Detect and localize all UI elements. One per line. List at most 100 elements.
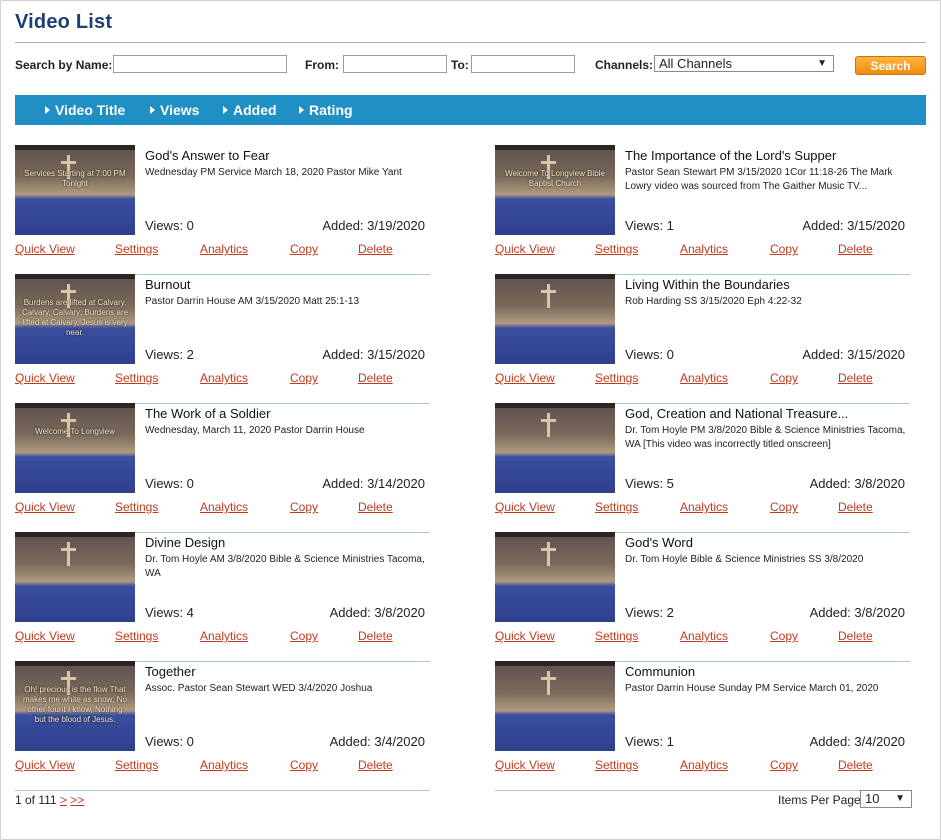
copy-link[interactable]: Copy bbox=[770, 758, 798, 772]
video-added-date: Added: 3/14/2020 bbox=[322, 476, 425, 491]
analytics-link[interactable]: Analytics bbox=[680, 500, 728, 514]
delete-link[interactable]: Delete bbox=[358, 758, 393, 772]
copy-link[interactable]: Copy bbox=[770, 500, 798, 514]
settings-link[interactable]: Settings bbox=[595, 629, 638, 643]
video-thumbnail[interactable]: Oh! precious is the flow That makes me w… bbox=[15, 661, 135, 751]
copy-link[interactable]: Copy bbox=[770, 371, 798, 385]
video-title[interactable]: Divine Design bbox=[145, 535, 225, 550]
thumbnail-image bbox=[495, 403, 615, 493]
analytics-link[interactable]: Analytics bbox=[200, 371, 248, 385]
analytics-link[interactable]: Analytics bbox=[680, 629, 728, 643]
video-views: Views: 2 bbox=[625, 605, 674, 620]
video-thumbnail[interactable] bbox=[495, 403, 615, 493]
video-thumbnail[interactable] bbox=[495, 274, 615, 364]
thumbnail-caption: Burdens are lifted at Calvary, Calvary, … bbox=[21, 298, 129, 337]
copy-link[interactable]: Copy bbox=[290, 242, 318, 256]
video-thumbnail[interactable] bbox=[495, 661, 615, 751]
cross-bar-icon bbox=[61, 419, 76, 422]
copy-link[interactable]: Copy bbox=[290, 629, 318, 643]
copy-link[interactable]: Copy bbox=[290, 758, 318, 772]
video-title[interactable]: God's Answer to Fear bbox=[145, 148, 270, 163]
settings-link[interactable]: Settings bbox=[115, 242, 158, 256]
copy-link[interactable]: Copy bbox=[290, 371, 318, 385]
settings-link[interactable]: Settings bbox=[595, 242, 638, 256]
copy-link[interactable]: Copy bbox=[770, 242, 798, 256]
to-label: To: bbox=[451, 58, 469, 72]
settings-link[interactable]: Settings bbox=[595, 758, 638, 772]
thumbnail-caption: Services Starting at 7:00 PM Tonight bbox=[24, 169, 126, 188]
delete-link[interactable]: Delete bbox=[358, 629, 393, 643]
settings-link[interactable]: Settings bbox=[115, 758, 158, 772]
sort-video-title[interactable]: Video Title bbox=[45, 95, 125, 125]
video-title[interactable]: The Work of a Soldier bbox=[145, 406, 270, 421]
analytics-link[interactable]: Analytics bbox=[200, 242, 248, 256]
settings-link[interactable]: Settings bbox=[115, 500, 158, 514]
quick-view-link[interactable]: Quick View bbox=[15, 500, 75, 514]
from-date-input[interactable] bbox=[343, 55, 447, 73]
delete-link[interactable]: Delete bbox=[838, 242, 873, 256]
search-button[interactable]: Search bbox=[855, 56, 926, 75]
delete-link[interactable]: Delete bbox=[838, 371, 873, 385]
video-added-date: Added: 3/4/2020 bbox=[329, 734, 425, 749]
quick-view-link[interactable]: Quick View bbox=[15, 629, 75, 643]
delete-link[interactable]: Delete bbox=[838, 500, 873, 514]
video-title[interactable]: God's Word bbox=[625, 535, 693, 550]
quick-view-link[interactable]: Quick View bbox=[15, 242, 75, 256]
quick-view-link[interactable]: Quick View bbox=[495, 500, 555, 514]
sort-views-label: Views bbox=[160, 102, 200, 118]
settings-link[interactable]: Settings bbox=[115, 629, 158, 643]
analytics-link[interactable]: Analytics bbox=[200, 758, 248, 772]
analytics-link[interactable]: Analytics bbox=[680, 242, 728, 256]
thumbnail-banner bbox=[495, 274, 615, 279]
last-page-link[interactable]: >> bbox=[70, 793, 84, 807]
cross-icon bbox=[547, 413, 550, 437]
video-title[interactable]: The Importance of the Lord's Supper bbox=[625, 148, 836, 163]
quick-view-link[interactable]: Quick View bbox=[495, 242, 555, 256]
quick-view-link[interactable]: Quick View bbox=[15, 371, 75, 385]
settings-link[interactable]: Settings bbox=[595, 371, 638, 385]
video-title[interactable]: Communion bbox=[625, 664, 695, 679]
video-title[interactable]: Living Within the Boundaries bbox=[625, 277, 790, 292]
quick-view-link[interactable]: Quick View bbox=[15, 758, 75, 772]
video-title[interactable]: Together bbox=[145, 664, 196, 679]
video-thumbnail[interactable]: Welcome To Longview Bible Baptist Church bbox=[495, 145, 615, 235]
video-title[interactable]: Burnout bbox=[145, 277, 191, 292]
video-views: Views: 5 bbox=[625, 476, 674, 491]
search-name-input[interactable] bbox=[113, 55, 287, 73]
analytics-link[interactable]: Analytics bbox=[680, 758, 728, 772]
video-thumbnail[interactable]: Burdens are lifted at Calvary, Calvary, … bbox=[15, 274, 135, 364]
video-card: Communion Pastor Darrin House Sunday PM … bbox=[495, 661, 910, 791]
delete-link[interactable]: Delete bbox=[358, 500, 393, 514]
video-thumbnail[interactable] bbox=[15, 532, 135, 622]
delete-link[interactable]: Delete bbox=[358, 242, 393, 256]
sort-views[interactable]: Views bbox=[150, 95, 199, 125]
analytics-link[interactable]: Analytics bbox=[200, 500, 248, 514]
video-thumbnail[interactable]: Welcome To Longview bbox=[15, 403, 135, 493]
quick-view-link[interactable]: Quick View bbox=[495, 629, 555, 643]
video-thumbnail[interactable]: Services Starting at 7:00 PM Tonight bbox=[15, 145, 135, 235]
copy-link[interactable]: Copy bbox=[770, 629, 798, 643]
video-title[interactable]: God, Creation and National Treasure... bbox=[625, 406, 848, 421]
video-thumbnail[interactable] bbox=[495, 532, 615, 622]
items-per-page-value: 10 bbox=[865, 791, 880, 806]
quick-view-link[interactable]: Quick View bbox=[495, 758, 555, 772]
items-per-page-select[interactable]: 10 ▼ bbox=[860, 790, 912, 808]
analytics-link[interactable]: Analytics bbox=[680, 371, 728, 385]
channels-select[interactable]: All Channels ▼ bbox=[654, 55, 834, 72]
delete-link[interactable]: Delete bbox=[358, 371, 393, 385]
delete-link[interactable]: Delete bbox=[838, 629, 873, 643]
settings-link[interactable]: Settings bbox=[595, 500, 638, 514]
next-page-link[interactable]: > bbox=[60, 793, 67, 807]
quick-view-link[interactable]: Quick View bbox=[495, 371, 555, 385]
sort-added[interactable]: Added bbox=[223, 95, 277, 125]
settings-link[interactable]: Settings bbox=[115, 371, 158, 385]
video-card: Divine Design Dr. Tom Hoyle AM 3/8/2020 … bbox=[15, 532, 430, 662]
thumbnail-banner bbox=[495, 145, 615, 150]
copy-link[interactable]: Copy bbox=[290, 500, 318, 514]
video-views: Views: 1 bbox=[625, 734, 674, 749]
to-date-input[interactable] bbox=[471, 55, 575, 73]
sort-rating[interactable]: Rating bbox=[299, 95, 353, 125]
video-added-date: Added: 3/15/2020 bbox=[322, 347, 425, 362]
delete-link[interactable]: Delete bbox=[838, 758, 873, 772]
analytics-link[interactable]: Analytics bbox=[200, 629, 248, 643]
